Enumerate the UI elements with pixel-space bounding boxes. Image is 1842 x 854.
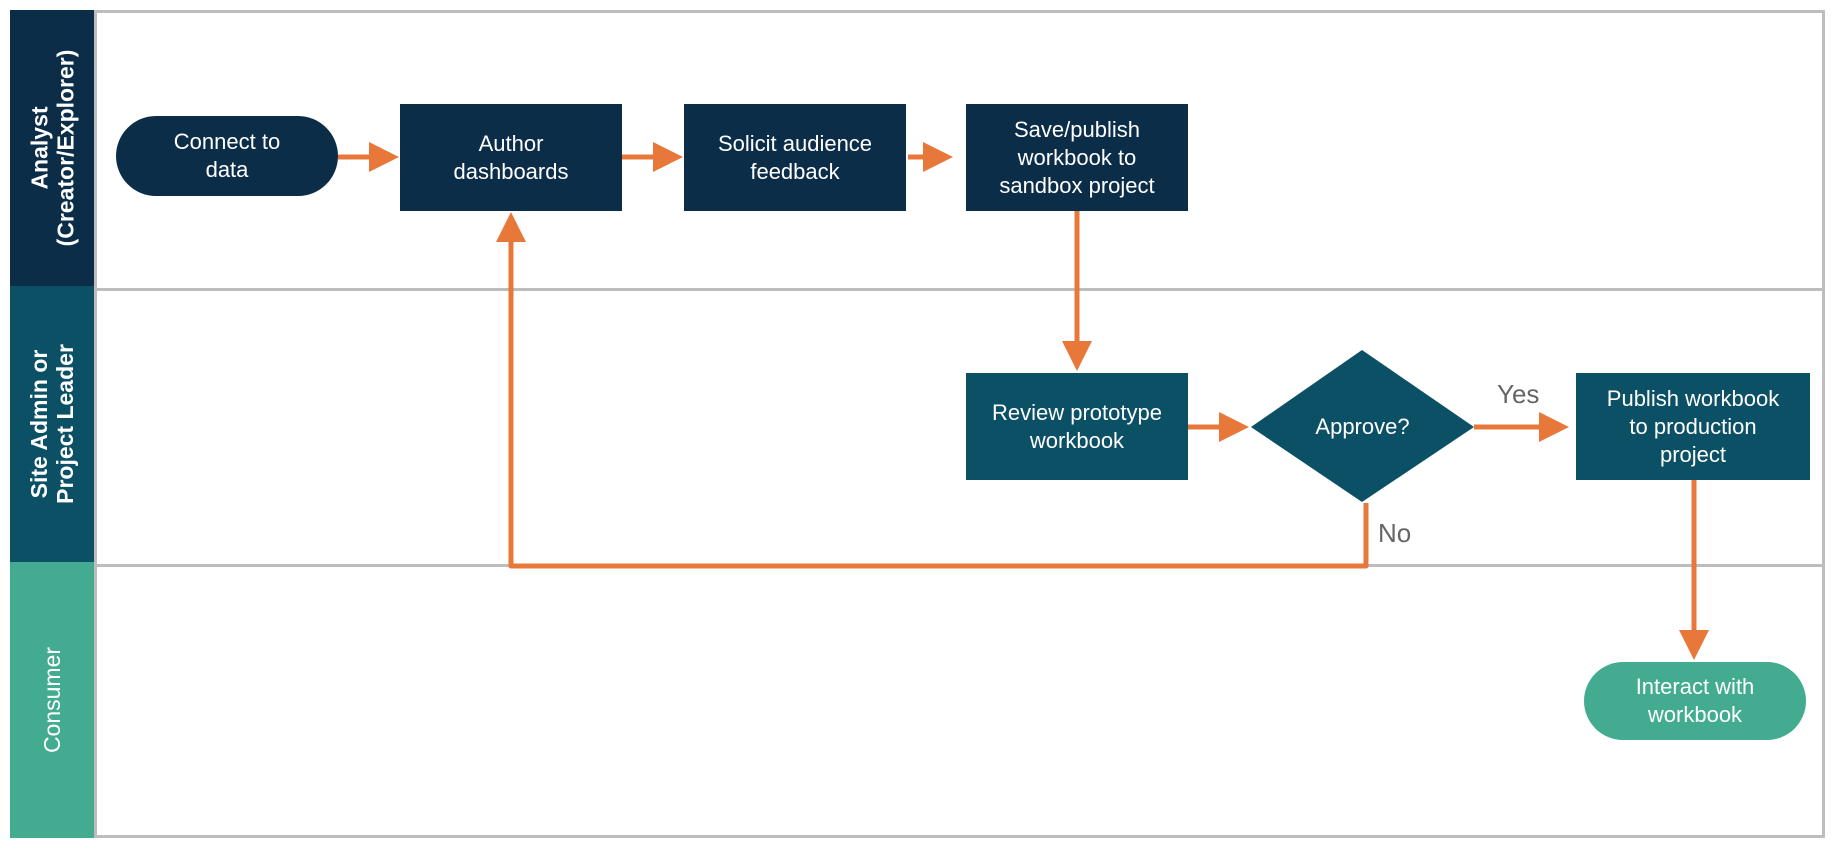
edge-label-no: No — [1378, 518, 1412, 548]
node-solicit-label: Solicit audience feedback — [717, 130, 873, 184]
edge-label-yes: Yes — [1497, 379, 1540, 409]
node-interact-workbook[interactable]: Interact with workbook — [1584, 662, 1806, 740]
node-author-label: Author dashboards — [453, 130, 569, 184]
node-solicit-feedback[interactable]: Solicit audience feedback — [684, 104, 906, 211]
node-publish-label: Publish workbook to production project — [1606, 385, 1780, 467]
node-connect-label: Connect to data — [173, 129, 281, 182]
node-publish-production[interactable]: Publish workbook to production project — [1576, 373, 1810, 480]
node-save-label: Save/publish workbook to sandbox project — [999, 116, 1155, 198]
edge-approve-author-loop — [496, 212, 1369, 569]
node-author-dashboards[interactable]: Author dashboards — [400, 104, 622, 211]
node-interact-label: Interact with workbook — [1635, 674, 1755, 727]
node-save-publish-sandbox[interactable]: Save/publish workbook to sandbox project — [966, 104, 1188, 211]
node-review-prototype[interactable]: Review prototype workbook — [966, 373, 1188, 480]
node-approve-label: Approve? — [1315, 414, 1410, 439]
node-review-label: Review prototype workbook — [992, 399, 1162, 453]
node-connect-to-data[interactable]: Connect to data — [116, 116, 338, 196]
